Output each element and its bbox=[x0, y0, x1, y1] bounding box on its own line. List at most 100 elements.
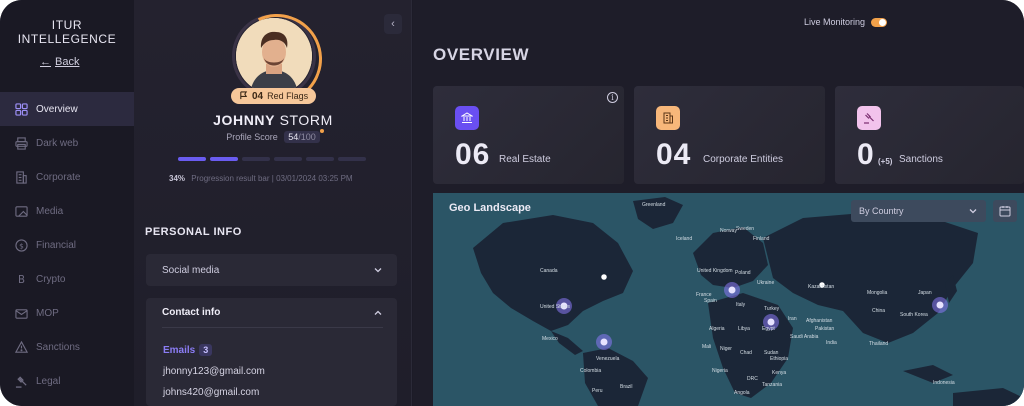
card-sanctions[interactable]: 0 (+5) Sanctions bbox=[835, 86, 1024, 184]
map-country-label: Egypt bbox=[762, 326, 775, 332]
sidebar-item-financial[interactable]: $ Financial bbox=[0, 228, 134, 262]
contact-info-accordion: Contact info Emails 3 jhonny123@gmail.co… bbox=[146, 298, 397, 406]
arrow-left-icon: ← bbox=[40, 56, 51, 68]
email-item[interactable]: jhonny123@gmail.com bbox=[163, 366, 265, 377]
map-country-label: Pakistan bbox=[815, 326, 835, 332]
sidebar-item-label: Dark web bbox=[36, 137, 79, 149]
score-label: Profile Score bbox=[226, 132, 278, 142]
map-country-label: Greenland bbox=[642, 202, 666, 208]
sidebar-item-dark-web[interactable]: Dark web bbox=[0, 126, 134, 160]
app-window: ITUR INTELLEGENCE ← Back Overview Dark w… bbox=[0, 0, 1024, 406]
contact-info-header[interactable]: Contact info bbox=[162, 298, 383, 328]
map-country-label: Thailand bbox=[869, 341, 889, 347]
sidebar-item-label: Financial bbox=[36, 239, 77, 251]
map-country-label: Indonesia bbox=[933, 380, 955, 386]
map-country-label: Norway bbox=[720, 228, 737, 234]
map-country-label: Kazakhstan bbox=[808, 284, 835, 290]
media-icon bbox=[14, 204, 28, 218]
avatar-portrait bbox=[236, 18, 312, 94]
social-media-header[interactable]: Social media bbox=[146, 254, 397, 286]
sidebar-item-legal[interactable]: Legal bbox=[0, 364, 134, 398]
svg-text:$: $ bbox=[19, 241, 24, 250]
collapse-panel-button[interactable]: ‹ bbox=[384, 14, 402, 34]
map-country-label: Iran bbox=[788, 316, 797, 322]
map-point[interactable] bbox=[599, 272, 609, 282]
map-country-label: Italy bbox=[736, 302, 746, 308]
map-country-label: Afghanistan bbox=[806, 318, 833, 324]
map-country-label: Chad bbox=[740, 350, 752, 356]
map-country-label: Colombia bbox=[580, 368, 602, 374]
map-country-label: Mali bbox=[702, 344, 712, 350]
progress-segment bbox=[242, 157, 270, 161]
sidebar-item-media[interactable]: Media bbox=[0, 194, 134, 228]
red-flags-badge: 04 Red Flags bbox=[231, 88, 317, 104]
progress-segments bbox=[178, 157, 366, 161]
calendar-button[interactable] bbox=[993, 200, 1017, 222]
progress-caption: 34% Progression result bar | 03/01/2024 … bbox=[169, 174, 353, 183]
social-media-accordion[interactable]: Social media bbox=[146, 254, 397, 286]
sidebar-item-crypto[interactable]: B Crypto bbox=[0, 262, 134, 296]
map-country-label: Angola bbox=[734, 390, 750, 396]
info-icon[interactable]: i bbox=[607, 92, 618, 103]
red-flags-count: 04 bbox=[252, 90, 264, 102]
map-country-label: Turkey bbox=[764, 306, 780, 312]
first-name: JOHNNY bbox=[213, 112, 276, 128]
map-country-label: Spain bbox=[704, 298, 717, 304]
map-country-label: Sweden bbox=[736, 226, 755, 232]
logo-line-1: ITUR bbox=[51, 18, 83, 32]
map-country-label: United States bbox=[540, 304, 571, 310]
live-monitoring: Live Monitoring bbox=[804, 17, 888, 27]
personal-info-title: PERSONAL INFO bbox=[145, 226, 242, 238]
email-item[interactable]: johns420@gmail.com bbox=[163, 387, 259, 398]
chevron-left-icon: ‹ bbox=[391, 18, 395, 30]
live-monitoring-toggle[interactable] bbox=[871, 17, 888, 27]
progress-date: 03/01/2024 03:25 PM bbox=[276, 174, 353, 183]
map-country-label: Mexico bbox=[542, 336, 558, 342]
map-country-label: Saudi Arabia bbox=[790, 334, 819, 340]
sidebar-nav: Overview Dark web Corporate Media $ Fina… bbox=[0, 92, 134, 398]
profile-name: JOHNNY STORM bbox=[134, 112, 412, 128]
back-link[interactable]: ← Back bbox=[40, 56, 79, 68]
grid-icon bbox=[14, 102, 28, 116]
map-country-label: Kenya bbox=[772, 370, 787, 376]
progress-segment bbox=[210, 157, 238, 161]
gavel-icon bbox=[857, 106, 881, 130]
dollar-icon: $ bbox=[14, 238, 28, 252]
office-icon bbox=[656, 106, 680, 130]
progress-segment bbox=[306, 157, 334, 161]
map-country-label: Brazil bbox=[620, 384, 633, 390]
emails-label: Emails bbox=[163, 344, 196, 356]
world-map[interactable] bbox=[433, 193, 1024, 406]
map-country-label: Ukraine bbox=[757, 280, 775, 286]
country-filter-select[interactable]: By Country bbox=[851, 200, 986, 222]
corporate-entities-count: 04 bbox=[656, 138, 692, 171]
score-value: 54 bbox=[288, 132, 299, 142]
map-country-label: Tanzania bbox=[762, 382, 783, 388]
map-country-label: Peru bbox=[592, 388, 603, 394]
chevron-down-icon bbox=[374, 268, 382, 273]
map-country-label: Poland bbox=[735, 270, 751, 276]
corporate-entities-label: Corporate Entities bbox=[703, 154, 784, 165]
calendar-icon bbox=[999, 206, 1011, 217]
sanctions-label: Sanctions bbox=[899, 154, 943, 165]
sidebar-item-label: Sanctions bbox=[36, 341, 80, 353]
real-estate-count: 06 bbox=[455, 138, 491, 171]
progress-caption-text: Progression result bar bbox=[191, 174, 270, 183]
card-corporate-entities[interactable]: 04 Corporate Entities bbox=[634, 86, 825, 184]
sidebar-item-mop[interactable]: MOP bbox=[0, 296, 134, 330]
map-country-label: Nigeria bbox=[712, 368, 728, 374]
sidebar: ITUR INTELLEGENCE ← Back Overview Dark w… bbox=[0, 0, 134, 406]
sidebar-item-sanctions[interactable]: Sanctions bbox=[0, 330, 134, 364]
sidebar-item-corporate[interactable]: Corporate bbox=[0, 160, 134, 194]
map-country-label: Ethiopia bbox=[770, 356, 789, 362]
sidebar-item-overview[interactable]: Overview bbox=[0, 92, 134, 126]
card-real-estate[interactable]: i 06 Real Estate bbox=[433, 86, 624, 184]
emails-heading: Emails 3 bbox=[163, 344, 213, 356]
back-label: Back bbox=[55, 56, 80, 68]
social-media-label: Social media bbox=[162, 264, 220, 276]
real-estate-label: Real Estate bbox=[499, 154, 551, 165]
mail-icon bbox=[14, 306, 28, 320]
map-country-label: India bbox=[826, 340, 837, 346]
live-monitoring-label: Live Monitoring bbox=[804, 17, 866, 27]
map-country-label: United Kingdom bbox=[697, 268, 733, 274]
